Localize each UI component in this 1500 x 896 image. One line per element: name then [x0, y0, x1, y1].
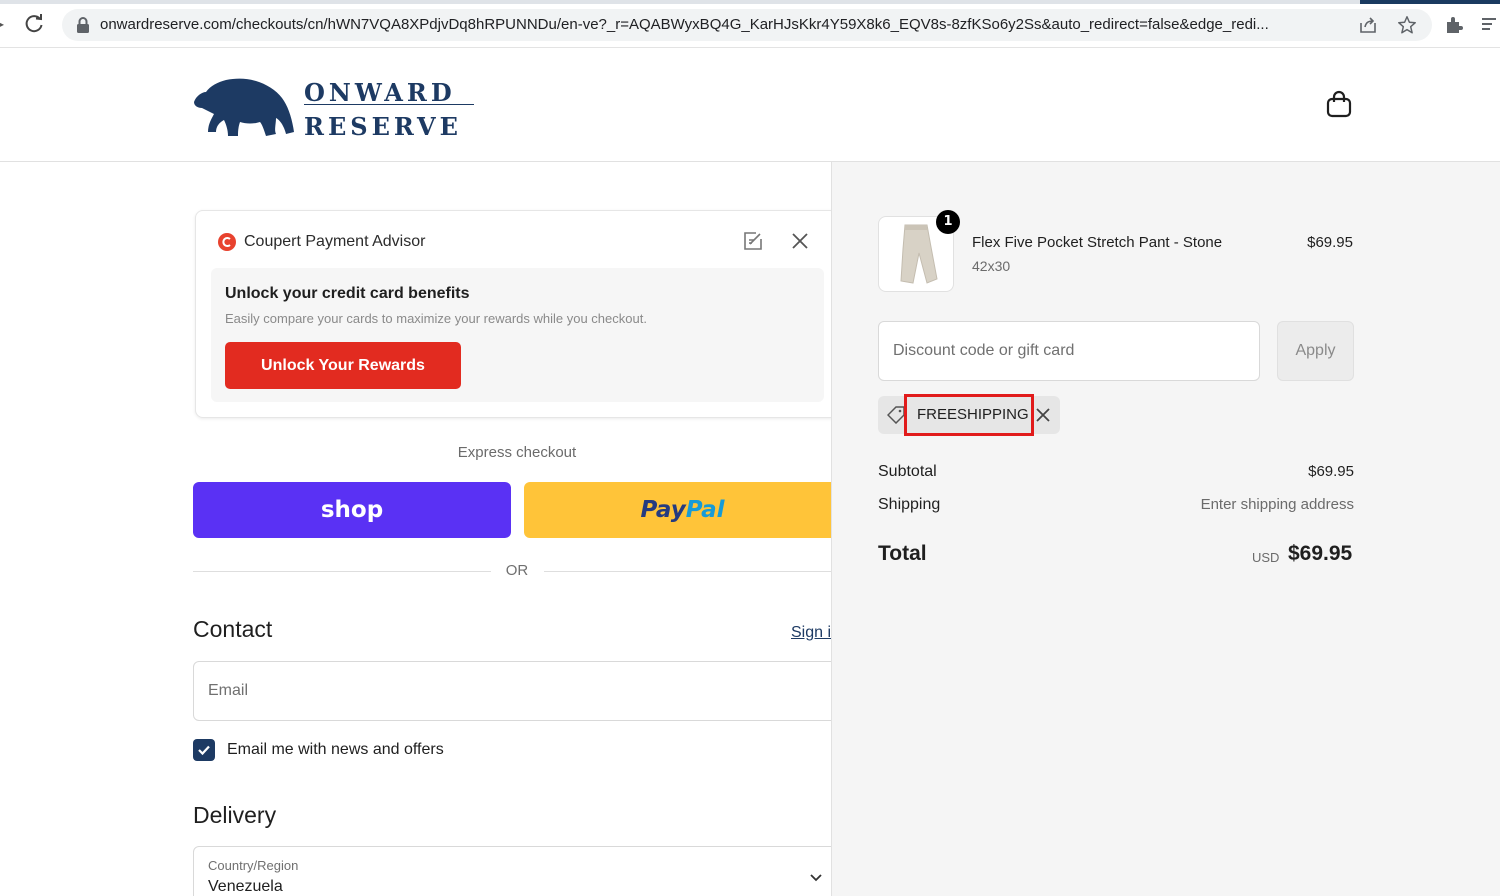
logo-wordmark: ONWARD RESERVE — [304, 76, 462, 144]
total-value: $69.95 — [1288, 542, 1353, 565]
currency-code: USD — [1252, 550, 1280, 565]
extensions-icon[interactable] — [1443, 14, 1465, 36]
subtotal-value: $69.95 — [1308, 463, 1354, 480]
coupert-logo-icon — [218, 233, 236, 251]
country-region-label: Country/Region — [208, 858, 299, 873]
coupert-advisor-panel: Coupert Payment Advisor Unlock your cred… — [195, 210, 838, 418]
unlock-rewards-button[interactable]: Unlock Your Rewards — [225, 342, 461, 389]
logo-rule — [304, 104, 474, 105]
country-region-select[interactable]: Country/Region Venezuela — [193, 846, 841, 896]
close-icon[interactable] — [790, 231, 810, 251]
delivery-heading: Delivery — [193, 802, 277, 828]
country-region-value: Venezuela — [208, 878, 283, 895]
shipping-label: Shipping — [878, 496, 941, 513]
applied-discount-tag: FREESHIPPING — [878, 394, 1060, 436]
onward-reserve-logo[interactable]: ONWARD RESERVE — [192, 72, 482, 141]
logo-line-2: RESERVE — [304, 112, 462, 141]
lock-icon[interactable] — [76, 17, 90, 33]
store-header: ONWARD RESERVE — [0, 48, 1500, 162]
apply-discount-button[interactable]: Apply — [1277, 321, 1354, 381]
edit-icon[interactable] — [742, 230, 764, 252]
product-variant: 42x30 — [972, 258, 1011, 274]
or-divider: OR — [193, 562, 841, 582]
coupert-heading: Unlock your credit card benefits — [225, 285, 470, 302]
applied-code-label: FREESHIPPING — [904, 394, 1034, 436]
coupert-subtext: Easily compare your cards to maximize yo… — [225, 311, 647, 326]
bear-logo-icon — [194, 78, 294, 136]
order-summary-panel: 1 Flex Five Pocket Stretch Pant - Stone … — [831, 162, 1500, 896]
paypal-button[interactable]: PayPal — [524, 482, 841, 538]
product-price: $69.95 — [1307, 234, 1353, 251]
browser-toolbar: ▸ onwardreserve.com/checkouts/cn/hWN7VQA… — [0, 0, 1500, 48]
quantity-badge: 1 — [936, 210, 960, 234]
active-tab-indicator — [1360, 0, 1500, 4]
url-text[interactable]: onwardreserve.com/checkouts/cn/hWN7VQA8X… — [100, 16, 1350, 33]
reading-list-icon[interactable] — [1480, 15, 1500, 35]
chevron-down-icon — [810, 874, 822, 882]
subtotal-label: Subtotal — [878, 463, 937, 480]
coupert-title: Coupert Payment Advisor — [244, 233, 426, 250]
total-label: Total — [878, 542, 927, 565]
product-name: Flex Five Pocket Stretch Pant - Stone — [972, 234, 1223, 251]
divider-line-right — [544, 571, 841, 572]
panel-divider — [831, 762, 832, 800]
contact-heading: Contact — [193, 616, 273, 642]
back-icon[interactable]: ▸ — [0, 14, 4, 33]
shipping-value: Enter shipping address — [1200, 496, 1354, 513]
tab-strip-edge — [0, 0, 1500, 4]
paypal-wordmark-pay: Pay — [640, 497, 686, 523]
reload-icon[interactable] — [22, 12, 46, 36]
share-icon[interactable] — [1358, 15, 1378, 35]
discount-code-input[interactable] — [878, 321, 1260, 381]
shop-pay-button[interactable]: shop — [193, 482, 511, 538]
email-field[interactable] — [193, 661, 841, 721]
express-checkout-label: Express checkout — [457, 444, 577, 461]
coupert-offer-box: Unlock your credit card benefits Easily … — [211, 268, 824, 402]
newsletter-label[interactable]: Email me with news and offers — [227, 741, 444, 759]
newsletter-checkbox[interactable] — [193, 739, 215, 761]
checkmark-icon — [198, 745, 210, 756]
star-icon[interactable] — [1396, 14, 1418, 36]
shopping-bag-icon[interactable] — [1326, 90, 1352, 118]
address-bar[interactable]: onwardreserve.com/checkouts/cn/hWN7VQA8X… — [62, 9, 1432, 41]
tag-icon — [887, 406, 905, 424]
paypal-wordmark-pal: Pal — [685, 497, 725, 523]
remove-code-icon[interactable] — [1033, 405, 1053, 425]
